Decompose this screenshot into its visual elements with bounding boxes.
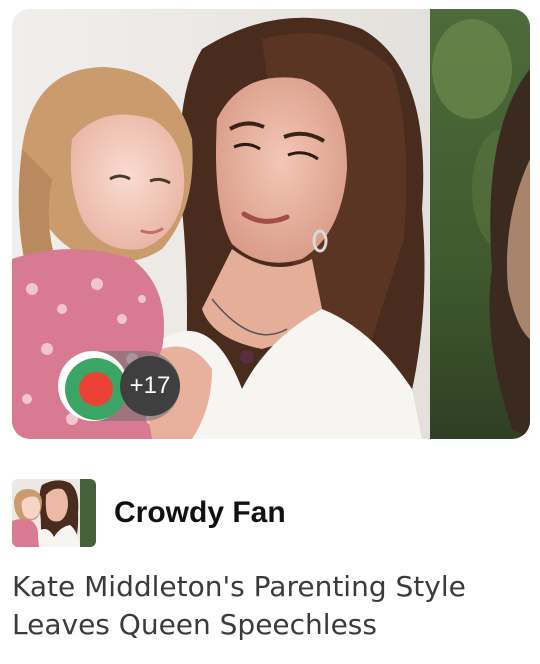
article-title[interactable]: Kate Middleton's Parenting Style Leaves … xyxy=(12,568,528,644)
source-name[interactable]: Crowdy Fan xyxy=(114,496,286,530)
hero-image[interactable]: +17 xyxy=(12,9,530,439)
reaction-icon xyxy=(58,351,128,421)
reaction-count-badge: +17 xyxy=(120,356,180,416)
reaction-red-dot xyxy=(79,372,113,406)
reactions-pill[interactable]: +17 xyxy=(58,351,180,421)
article-card[interactable]: +17 Crowdy Fan Kate Middleton's Parentin… xyxy=(0,0,540,664)
source-thumbnail xyxy=(12,479,96,547)
source-row[interactable]: Crowdy Fan xyxy=(12,478,286,548)
